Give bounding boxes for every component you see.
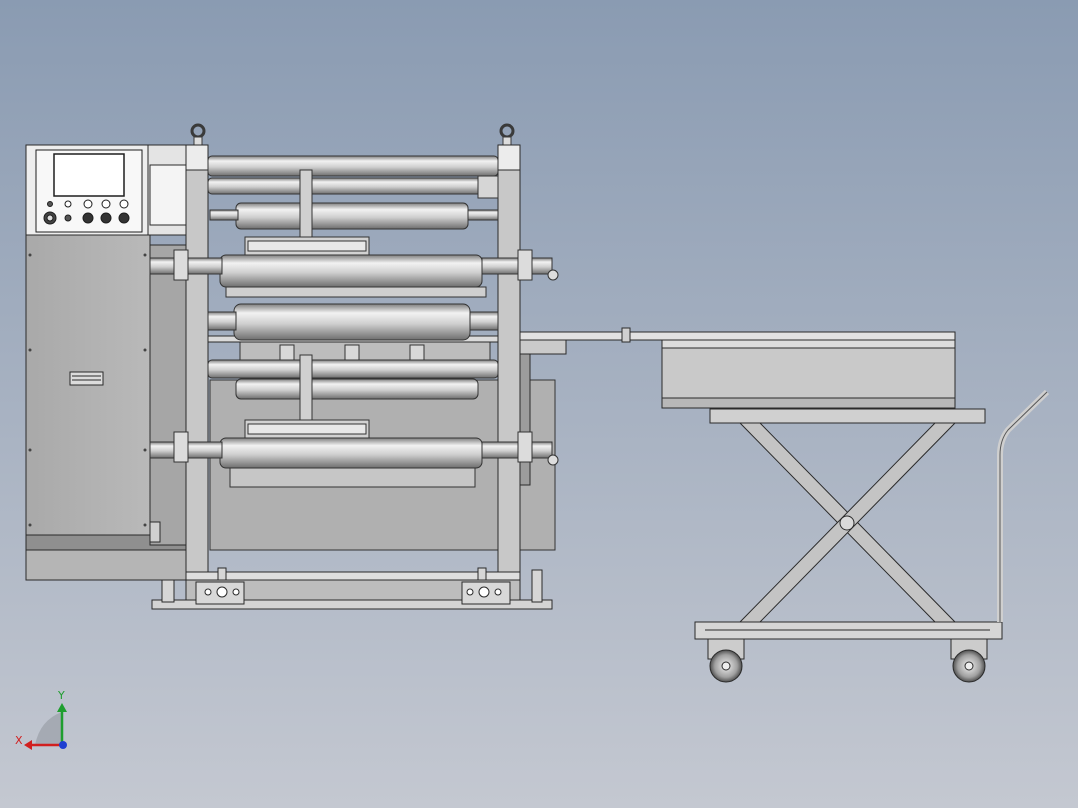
cabinet-handle [69,371,104,386]
cad-viewport: X Y [15,123,1050,750]
lifting-eyes [190,123,515,148]
base-frame [151,571,553,610]
scissor-lift-cart [694,408,1003,640]
x-axis-label: X [15,734,23,747]
cart-handle [997,389,1050,622]
z-axis-dot [59,741,67,749]
x-axis-arrowhead [24,740,32,750]
cart-wheels [707,638,988,683]
y-axis-label: Y [57,689,65,702]
upper-guide-roller [207,155,499,199]
y-axis-arrowhead [57,703,67,712]
transfer-table [519,327,956,409]
coordinate-triad: X Y [15,689,67,750]
